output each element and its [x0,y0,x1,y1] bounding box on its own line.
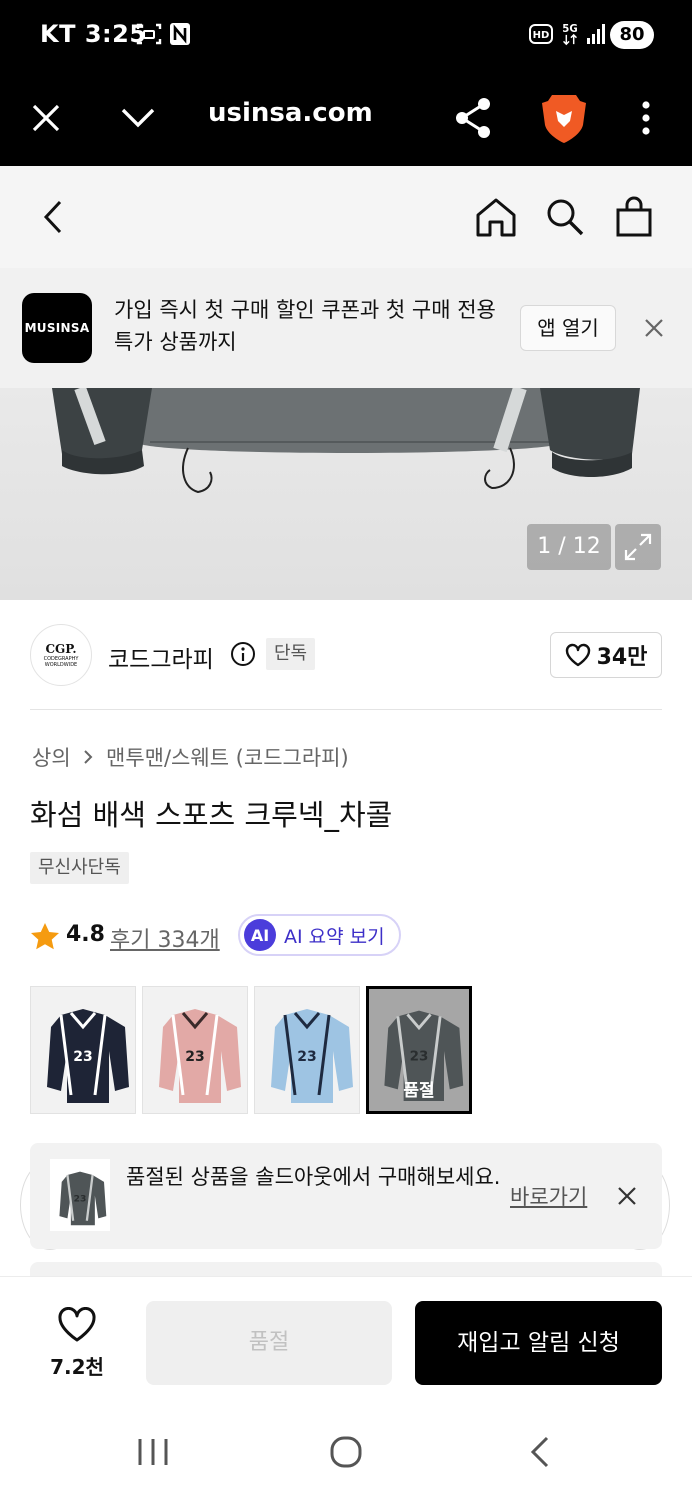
close-tab-button[interactable] [18,90,74,146]
5g-icon: 5G [562,24,578,46]
back-nav-button[interactable] [516,1432,564,1472]
close-icon [645,319,663,337]
product-image-gallery[interactable]: 1 / 12 [0,388,692,600]
status-time: KT 3:25 [40,20,147,48]
svg-text:23: 23 [74,1194,87,1204]
brand-like-button[interactable]: 34만 [550,632,662,678]
collapse-button[interactable] [110,90,166,146]
brave-lion-icon [542,95,586,143]
brand-logo-main: CGP. [45,642,77,656]
star-icon [31,923,59,950]
image-counter: 1 / 12 [527,524,611,570]
brand-like-count: 34만 [596,645,648,670]
close-icon[interactable] [614,1183,640,1209]
open-app-button[interactable]: 앱 열기 [520,305,616,351]
product-like-count: 7.2천 [50,1355,104,1379]
soldout-goto-link[interactable]: 바로가기 [510,1181,587,1211]
color-option-pink[interactable]: 23 [142,986,248,1114]
soldout-message: 품절된 상품을 솔드아웃에서 구매해보세요. [126,1165,501,1189]
banner-message: 가입 즉시 첫 구매 할인 쿠폰과 첫 구매 전용 특가 상품까지 [114,298,496,354]
product-like-button[interactable]: 7.2천 [30,1305,120,1379]
breadcrumb-subcategory[interactable]: 맨투맨/스웨트 (코드그라피) [106,746,349,770]
sweatshirt-skyblue-image: 23 [271,1009,353,1103]
close-icon [32,104,60,132]
more-menu-button[interactable] [618,90,674,146]
home-button[interactable] [469,190,523,244]
url-display[interactable]: usinsa.com [208,98,373,128]
app-install-banner: MUSINSA 가입 즉시 첫 구매 할인 쿠폰과 첫 구매 전용 특가 상품까… [0,268,692,388]
expand-icon [624,533,652,561]
back-chevron-icon [530,1436,549,1468]
search-icon [547,199,584,236]
site-header [0,166,692,268]
rating-row: 4.8 후기 334개 AI AI 요약 보기 [30,914,670,958]
signal-icon [587,24,605,44]
share-icon [456,98,490,138]
search-button[interactable] [538,190,592,244]
heart-icon [58,1307,96,1342]
chevron-right-icon [84,750,93,764]
review-link[interactable]: 후기 334개 [110,922,220,954]
chevron-down-icon [121,108,155,128]
browser-toolbar: usinsa.com [0,70,692,166]
system-nav-bar [0,1404,692,1500]
musinsa-app-logo: MUSINSA [22,293,92,363]
screenshot-icon [136,23,162,45]
share-button[interactable] [445,90,501,146]
breadcrumb-category[interactable]: 상의 [32,746,71,770]
heart-icon [565,643,590,667]
status-bar: KT 3:25 HD 5G 80 [0,0,692,70]
banner-close-button[interactable] [636,310,672,346]
color-options: 23 23 23 23 품절 [30,986,670,1114]
recent-apps-icon [138,1439,168,1465]
sold-out-button: 품절 [146,1301,392,1385]
expand-image-button[interactable] [615,524,661,570]
sweatshirt-pink-image: 23 [159,1009,241,1103]
breadcrumb: 상의 맨투맨/스웨트 (코드그라피) [32,742,349,772]
svg-text:23: 23 [73,1049,92,1065]
purchase-bar: 7.2천 품절 재입고 알림 신청 [0,1276,692,1404]
brand-row: CGP. CODEGRAPHY WORLDWIDE 코드그라피 단독 34만 [30,622,662,710]
back-button[interactable] [26,190,80,244]
svg-text:23: 23 [297,1049,316,1065]
hd-voice-icon: HD [529,24,553,44]
home-nav-button[interactable] [322,1432,370,1472]
soldout-product-thumbnail: 23 [50,1159,110,1231]
brand-logo-sub: CODEGRAPHY WORLDWIDE [43,656,79,668]
brand-logo[interactable]: CGP. CODEGRAPHY WORLDWIDE [30,624,92,686]
more-vertical-icon [642,101,650,135]
recent-apps-button[interactable] [129,1432,177,1472]
battery-indicator: 80 [610,21,654,49]
cart-button[interactable] [607,190,661,244]
color-option-skyblue[interactable]: 23 [254,986,360,1114]
ai-badge-icon: AI [244,919,276,951]
home-icon [476,198,516,237]
rating-score: 4.8 [66,922,105,947]
product-title: 화섬 배색 스포츠 크루넥_차콜 [30,798,393,832]
ai-summary-button[interactable]: AI AI 요약 보기 [238,914,401,956]
svg-text:HD: HD [533,30,550,41]
notification-n-icon [170,23,190,45]
info-icon[interactable] [230,641,256,667]
color-option-navy[interactable]: 23 [30,986,136,1114]
brave-shields-button[interactable] [536,90,592,146]
sold-out-label: 품절 [403,1081,435,1101]
chevron-left-icon [43,200,62,234]
shopping-bag-icon [616,196,652,237]
svg-text:23: 23 [185,1049,204,1065]
sweatshirt-thumbnail-image: 23 [59,1171,107,1226]
soldout-notice-card: 23 품절된 상품을 솔드아웃에서 구매해보세요. 바로가기 [30,1143,662,1249]
sweatshirt-navy-image: 23 [47,1009,129,1103]
home-circle-icon [330,1436,362,1468]
ai-summary-label: AI 요약 보기 [284,925,385,948]
color-option-charcoal[interactable]: 23 품절 [366,986,472,1114]
restock-alert-button[interactable]: 재입고 알림 신청 [415,1301,662,1385]
svg-text:5G: 5G [562,24,577,35]
brand-name[interactable]: 코드그라피 [108,640,214,674]
exclusive-tag: 단독 [266,638,316,670]
svg-text:23: 23 [410,1050,429,1065]
musinsa-exclusive-tag: 무신사단독 [30,852,129,884]
